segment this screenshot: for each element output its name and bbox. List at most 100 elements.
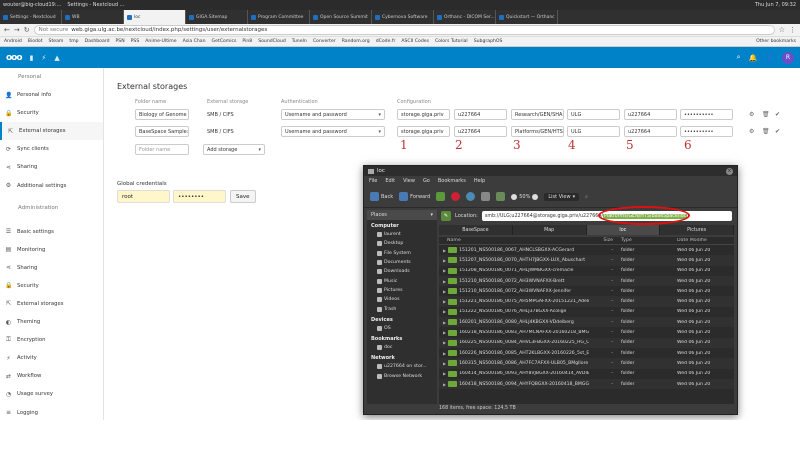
share-input[interactable]: u227664: [454, 109, 507, 120]
bookmark-item[interactable]: tmp: [69, 39, 78, 44]
close-icon[interactable]: ×: [726, 167, 733, 175]
expand-triangle-icon[interactable]: ▶: [443, 289, 446, 294]
menu-item[interactable]: Bookmarks: [438, 178, 466, 184]
host-input[interactable]: storage.giga.priv: [397, 109, 450, 120]
sidebar-item[interactable]: ⇱ External storages: [0, 122, 103, 141]
col-date[interactable]: Date Modifie: [677, 238, 734, 243]
file-row[interactable]: ▶ 160218_NS500186_0083_AH7MCNAFXX-2016021…: [439, 327, 734, 337]
expand-triangle-icon[interactable]: ▶: [443, 309, 446, 314]
domain-input[interactable]: ULG: [567, 109, 620, 120]
place-item[interactable]: Music: [367, 276, 437, 285]
up-button[interactable]: [436, 192, 446, 201]
file-manager-tab[interactable]: loc: [586, 225, 661, 235]
add-storage-select[interactable]: Add storage: [203, 144, 265, 155]
sidebar-item[interactable]: ⋖ Sharing: [0, 259, 103, 277]
file-row[interactable]: ▶ 160225_NS500186_0084_AHVL3FBGXX-2016022…: [439, 337, 734, 348]
file-row[interactable]: ▶ 151210_NS500186_0072_AH3WVNAFXX-Jennife…: [439, 286, 734, 296]
sidebar-item[interactable]: ⚡ Activity: [0, 349, 103, 367]
view-select[interactable]: List View ▾: [544, 192, 580, 201]
file-row[interactable]: ▶ 160226_NS500186_0085_AHT2KLBGXX-2016022…: [439, 348, 734, 358]
bookmark-item[interactable]: dCode.fr: [376, 39, 396, 44]
file-row[interactable]: ▶ 151210_NS500186_0072_AH3WVNAFXX-Brett - f…: [439, 275, 734, 287]
place-item[interactable]: OS: [367, 324, 437, 333]
place-item[interactable]: u227664 on stor...: [367, 362, 437, 371]
folder-name-input[interactable]: Biology of Genome: [135, 109, 189, 120]
file-manager-tab[interactable]: BaseSpace: [439, 225, 513, 235]
menu-item[interactable]: File: [369, 178, 377, 184]
avatar[interactable]: R: [782, 51, 794, 64]
bookmark-item[interactable]: PSS: [131, 39, 140, 44]
save-button[interactable]: Save: [230, 190, 256, 203]
delete-icon[interactable]: 🗑: [762, 111, 770, 118]
gallery-app-icon[interactable]: ▲: [54, 54, 59, 62]
bookmark-item[interactable]: Android: [4, 39, 22, 44]
place-item[interactable]: laurent: [367, 230, 437, 239]
place-item[interactable]: File System: [367, 249, 437, 258]
browser-tab[interactable]: loc: [124, 10, 186, 24]
file-row[interactable]: ▶ 151207_NS500186_0070_AHTH7JBGXX-LUX_Abu…: [439, 255, 734, 266]
terminal-window-title[interactable]: wouter@big-cloud19:...: [0, 2, 64, 8]
place-item[interactable]: doc: [367, 343, 437, 352]
authentication-select[interactable]: Username and password: [281, 126, 385, 137]
browser-tab[interactable]: WB: [62, 10, 124, 24]
file-row[interactable]: ▶ 160414_NS500186_0093_AHY8VJBGXX-2016041…: [439, 369, 734, 379]
search-icon[interactable]: ⌕: [737, 53, 741, 62]
bookmark-item[interactable]: Steam: [49, 39, 64, 44]
nextcloud-logo[interactable]: ooo: [6, 53, 23, 63]
bookmark-item[interactable]: ASCII Codes: [401, 39, 429, 44]
sidebar-item[interactable]: ≡ Logging: [0, 404, 103, 422]
sidebar-item[interactable]: 👤 Personal info: [0, 86, 103, 104]
expand-triangle-icon[interactable]: ▶: [443, 330, 446, 335]
folder-name-input[interactable]: BaseSpace Sample:: [135, 126, 189, 137]
expand-triangle-icon[interactable]: ▶: [443, 268, 446, 273]
notifications-icon[interactable]: 🔔: [749, 54, 758, 62]
forward-button[interactable]: Forward: [399, 192, 430, 201]
menu-item[interactable]: Edit: [385, 178, 395, 184]
clock[interactable]: Thu Jun 7, 09:32: [755, 2, 796, 8]
expand-triangle-icon[interactable]: ▶: [443, 279, 446, 284]
bookmark-item[interactable]: Pin8: [242, 39, 252, 44]
home-button[interactable]: [481, 192, 491, 201]
computer-button[interactable]: [496, 192, 506, 201]
contacts-icon[interactable]: 👤: [765, 54, 774, 62]
edit-location-icon[interactable]: ✎: [441, 211, 451, 221]
file-manager-tab[interactable]: Pictures: [660, 225, 734, 235]
sidebar-item[interactable]: 🔒 Security: [0, 277, 103, 295]
bookmark-item[interactable]: Random.org: [342, 39, 370, 44]
url-bar[interactable]: Not secure web.giga.ulg.ac.be/nextcloud/…: [33, 25, 775, 35]
expand-triangle-icon[interactable]: ▶: [443, 248, 446, 253]
username-input[interactable]: u227664: [624, 126, 677, 137]
bookmark-item[interactable]: Converter: [313, 39, 336, 44]
bookmark-item[interactable]: Biodot: [28, 39, 43, 44]
host-input[interactable]: storage.giga.priv: [397, 126, 450, 137]
place-item[interactable]: Documents: [367, 258, 437, 267]
remote-subfolder-input[interactable]: Research/GEN/SHA: [511, 109, 564, 120]
back-button[interactable]: Back: [370, 192, 393, 201]
sidebar-item[interactable]: ⚿ Encryption: [0, 331, 103, 349]
browser-window-title[interactable]: Settings - Nextcloud ...: [64, 2, 127, 8]
reload-button[interactable]: [466, 192, 476, 201]
places-header[interactable]: Places ▾: [367, 210, 437, 220]
other-bookmarks[interactable]: Other bookmarks: [756, 39, 796, 44]
bookmark-item[interactable]: SoundCloud: [258, 39, 286, 44]
file-row[interactable]: ▶ 151201_NS500186_0067_AHNCLSBGXX-ACGerar…: [439, 245, 734, 255]
sidebar-item[interactable]: ⚙ Additional settings: [0, 176, 103, 194]
expand-triangle-icon[interactable]: ▶: [443, 320, 446, 325]
browser-tab[interactable]: GIGA.Sitemap: [186, 10, 248, 24]
username-input[interactable]: u227664: [624, 109, 677, 120]
reload-icon[interactable]: ↻: [24, 26, 30, 34]
menu-item[interactable]: View: [403, 178, 415, 184]
expand-triangle-icon[interactable]: ▶: [443, 361, 446, 366]
browser-tab[interactable]: Program Committee: [248, 10, 310, 24]
file-row[interactable]: ▶ 160418_NS500186_0094_AHYFQBGXX-20160418…: [439, 378, 734, 390]
bookmark-item[interactable]: Colors Tutorial: [435, 39, 468, 44]
share-input[interactable]: u227664: [454, 126, 507, 137]
bookmark-item[interactable]: SubgraphOS: [474, 39, 503, 44]
sidebar-item[interactable]: ⇄ Workflow: [0, 367, 103, 385]
menu-item[interactable]: Help: [474, 178, 485, 184]
star-icon[interactable]: ☆: [779, 26, 785, 34]
sidebar-item[interactable]: ☰ Basic settings: [0, 223, 103, 241]
global-user-input[interactable]: root: [117, 190, 170, 203]
sidebar-item[interactable]: ⟳ Sync clients: [0, 140, 103, 158]
zoom-control[interactable]: 50%: [511, 193, 539, 200]
